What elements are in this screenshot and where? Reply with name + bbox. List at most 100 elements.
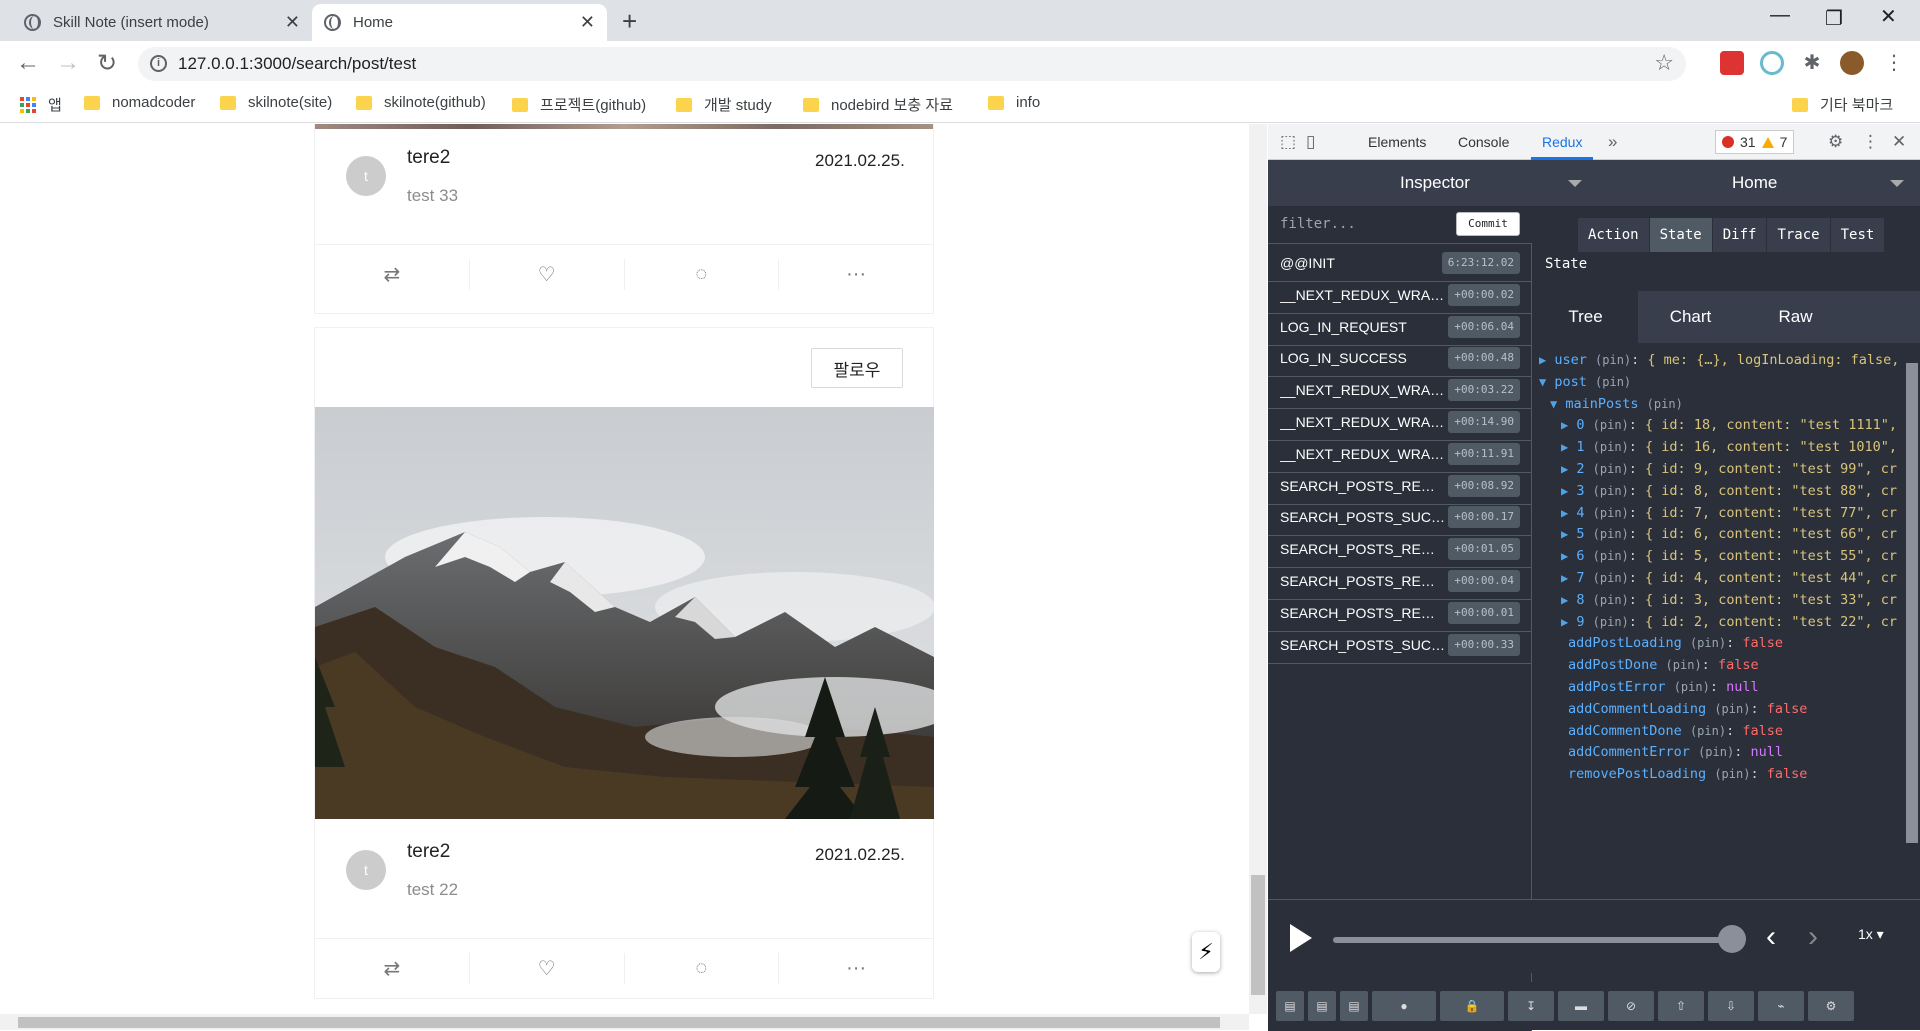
tree-node[interactable]: ▶ 2 (pin): { id: 9, content: "test 99", … xyxy=(1561,458,1897,480)
forward-icon[interactable]: → xyxy=(56,49,80,77)
remote-icon[interactable]: ⌁ xyxy=(1758,991,1804,1021)
pin-label[interactable]: (pin) xyxy=(1593,484,1629,498)
info-icon[interactable]: i xyxy=(150,55,167,72)
collapsed-arrow-icon[interactable]: ▶ xyxy=(1561,418,1568,432)
collapsed-arrow-icon[interactable]: ▶ xyxy=(1561,506,1568,520)
tab-state[interactable]: State xyxy=(1649,218,1713,252)
follow-button[interactable]: 팔로우 xyxy=(811,348,903,388)
tree-node[interactable]: ▶ 8 (pin): { id: 3, content: "test 33", … xyxy=(1561,589,1897,611)
url-omnibox[interactable]: i 127.0.0.1:3000/search/post/test ☆ xyxy=(138,47,1686,81)
new-tab-icon[interactable]: + xyxy=(622,6,637,37)
extension-icon[interactable] xyxy=(1760,51,1784,75)
tree-node[interactable]: ▼ mainPosts (pin) xyxy=(1550,393,1683,415)
tree-node[interactable]: addPostDone (pin): false xyxy=(1568,654,1759,676)
tree-node[interactable]: removePostLoading (pin): false xyxy=(1568,763,1807,785)
pin-label[interactable]: (pin) xyxy=(1674,680,1710,694)
settings-gear-icon[interactable]: ⚙ xyxy=(1828,132,1843,152)
collapsed-arrow-icon[interactable]: ▶ xyxy=(1561,615,1568,629)
tree-node[interactable]: addCommentError (pin): null xyxy=(1568,741,1783,763)
pin-label[interactable]: (pin) xyxy=(1595,353,1631,367)
pin-label[interactable]: (pin) xyxy=(1714,767,1750,781)
bookmark-folder[interactable]: skilnote(site) xyxy=(220,94,332,111)
bookmark-apps[interactable]: 앱 xyxy=(20,94,62,115)
collapsed-arrow-icon[interactable]: ▶ xyxy=(1561,440,1568,454)
instance-select[interactable]: Home xyxy=(1732,173,1777,193)
bookmark-folder[interactable]: info xyxy=(988,94,1040,111)
issues-badge[interactable]: 31 7 xyxy=(1715,130,1795,154)
collapsed-arrow-icon[interactable]: ▶ xyxy=(1561,462,1568,476)
close-tab-icon[interactable]: ✕ xyxy=(285,12,300,33)
tree-node[interactable]: ▶ 3 (pin): { id: 8, content: "test 88", … xyxy=(1561,480,1897,502)
pin-label[interactable]: (pin) xyxy=(1593,593,1629,607)
scrollbar-thumb[interactable] xyxy=(1251,875,1265,995)
bookmark-folder[interactable]: 프로젝트(github) xyxy=(512,94,646,115)
pin-label[interactable]: (pin) xyxy=(1593,571,1629,585)
play-icon[interactable] xyxy=(1290,924,1312,952)
collapsed-arrow-icon[interactable]: ▶ xyxy=(1539,353,1546,367)
tree-node[interactable]: addCommentLoading (pin): false xyxy=(1568,698,1807,720)
close-devtools-icon[interactable]: ✕ xyxy=(1892,132,1906,152)
tree-node[interactable]: addCommentDone (pin): false xyxy=(1568,720,1783,742)
devtools-menu-icon[interactable]: ⋮ xyxy=(1862,132,1879,152)
tree-node[interactable]: ▶ 0 (pin): { id: 18, content: "test 1111… xyxy=(1561,414,1897,436)
lightning-icon[interactable]: ⚡ xyxy=(1192,932,1220,972)
inspect-element-icon[interactable]: ⬚ xyxy=(1280,132,1296,152)
menu-icon[interactable]: ⋮ xyxy=(1882,51,1906,75)
back-icon[interactable]: ← xyxy=(16,49,40,77)
pin-label[interactable]: (pin) xyxy=(1593,418,1629,432)
scrollbar-thumb[interactable] xyxy=(1906,363,1918,843)
pin-label[interactable]: (pin) xyxy=(1647,397,1683,411)
bookmark-folder[interactable]: nomadcoder xyxy=(84,94,195,111)
tree-node[interactable]: ▶ 4 (pin): { id: 7, content: "test 77", … xyxy=(1561,502,1897,524)
bookmark-star-icon[interactable]: ☆ xyxy=(1654,50,1674,76)
close-tab-icon[interactable]: ✕ xyxy=(580,12,595,33)
url-text[interactable]: 127.0.0.1:3000/search/post/test xyxy=(178,54,416,74)
comment-icon[interactable]: ◌ xyxy=(625,259,780,290)
expanded-arrow-icon[interactable]: ▼ xyxy=(1539,375,1546,389)
vertical-scrollbar[interactable] xyxy=(1249,124,1267,1014)
devtools-tab-elements[interactable]: Elements xyxy=(1368,134,1426,150)
heart-icon[interactable]: ♡ xyxy=(470,953,625,984)
tree-node[interactable]: ▶ 7 (pin): { id: 4, content: "test 44", … xyxy=(1561,567,1897,589)
tab-trace[interactable]: Trace xyxy=(1767,218,1831,252)
pin-label[interactable]: (pin) xyxy=(1593,462,1629,476)
commit-button[interactable]: Commit xyxy=(1456,212,1520,236)
inspector-bottom-icon[interactable]: ▤ xyxy=(1340,991,1368,1021)
tab-action[interactable]: Action xyxy=(1578,218,1650,252)
pin-label[interactable]: (pin) xyxy=(1593,615,1629,629)
devtools-tab-redux[interactable]: Redux xyxy=(1542,134,1582,150)
chevron-right-icon[interactable]: › xyxy=(1808,920,1818,954)
pin-label[interactable]: (pin) xyxy=(1593,440,1629,454)
filter-input[interactable]: filter... xyxy=(1280,216,1356,232)
retweet-icon[interactable]: ⇄ xyxy=(315,953,470,984)
tree-node[interactable]: ▶ 5 (pin): { id: 6, content: "test 66", … xyxy=(1561,523,1897,545)
puzzle-icon[interactable]: ✱ xyxy=(1800,51,1824,75)
avatar[interactable] xyxy=(1840,51,1864,75)
slider-track[interactable] xyxy=(1333,937,1733,943)
upload-icon[interactable]: ⇧ xyxy=(1658,991,1704,1021)
keyboard-icon[interactable]: ▬ xyxy=(1558,991,1604,1021)
reload-icon[interactable]: ↻ xyxy=(97,49,117,78)
slider-knob[interactable] xyxy=(1718,925,1746,953)
tree-node[interactable]: ▶ 6 (pin): { id: 5, content: "test 55", … xyxy=(1561,545,1897,567)
tree-node[interactable]: ▼ post (pin) xyxy=(1539,371,1631,393)
pin-label[interactable]: (pin) xyxy=(1690,724,1726,738)
tab-test[interactable]: Test xyxy=(1830,218,1886,252)
tab-diff[interactable]: Diff xyxy=(1712,218,1768,252)
ellipsis-icon[interactable]: ··· xyxy=(779,953,933,984)
inspector-left-icon[interactable]: ▤ xyxy=(1276,991,1304,1021)
pin-label[interactable]: (pin) xyxy=(1595,375,1631,389)
lock-icon[interactable]: 🔒 xyxy=(1440,991,1504,1021)
avatar[interactable]: t xyxy=(346,850,386,890)
horizontal-scrollbar[interactable] xyxy=(0,1014,1249,1030)
more-tabs-icon[interactable]: » xyxy=(1608,132,1617,152)
bookmark-folder[interactable]: 개발 study xyxy=(676,94,772,115)
window-close-icon[interactable]: ✕ xyxy=(1880,4,1897,29)
collapsed-arrow-icon[interactable]: ▶ xyxy=(1561,527,1568,541)
tab-chart[interactable]: Chart xyxy=(1638,291,1743,343)
minimize-icon[interactable]: — xyxy=(1770,4,1790,27)
pin-label[interactable]: (pin) xyxy=(1666,658,1702,672)
record-icon[interactable]: ● xyxy=(1372,991,1436,1021)
expanded-arrow-icon[interactable]: ▼ xyxy=(1550,397,1557,411)
tab-skill-note[interactable]: Skill Note (insert mode) ✕ xyxy=(12,4,312,41)
